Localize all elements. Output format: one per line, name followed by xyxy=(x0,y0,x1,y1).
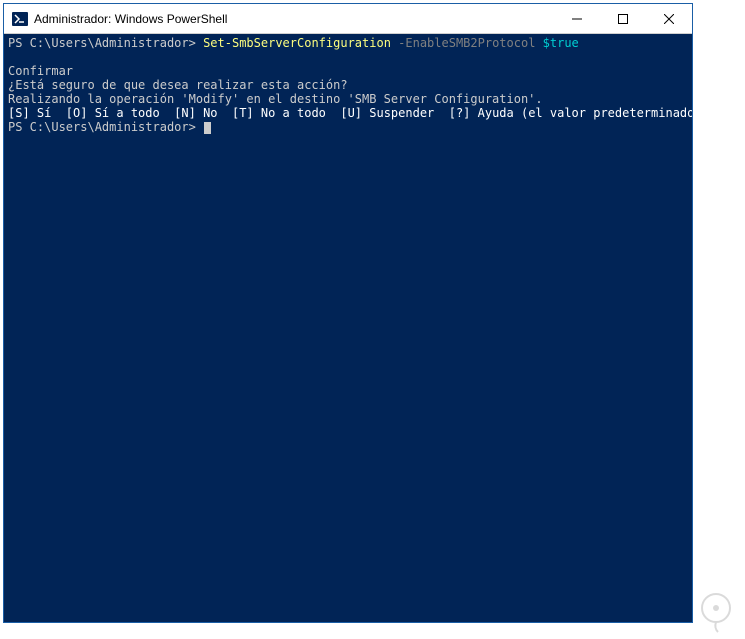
prompt-text: PS C:\Users\Administrador> xyxy=(8,36,203,50)
options-line: [S] Sí [O] Sí a todo [N] No [T] No a tod… xyxy=(8,106,688,120)
titlebar[interactable]: Administrador: Windows PowerShell xyxy=(4,4,692,34)
close-button[interactable] xyxy=(646,4,692,34)
confirm-question: ¿Está seguro de que desea realizar esta … xyxy=(8,78,688,92)
blank-line xyxy=(8,50,688,64)
command-line: PS C:\Users\Administrador> Set-SmbServer… xyxy=(8,36,688,50)
powershell-icon xyxy=(12,11,28,27)
cursor xyxy=(204,122,211,134)
option-no: [N] No xyxy=(160,106,218,120)
param-name: -EnableSMB2Protocol xyxy=(391,36,543,50)
param-value: $true xyxy=(543,36,579,50)
option-si: [S] Sí xyxy=(8,106,51,120)
option-si-todo: [O] Sí a todo xyxy=(51,106,159,120)
option-no-todo: [T] No a todo xyxy=(218,106,326,120)
powershell-window: Administrador: Windows PowerShell PS C:\… xyxy=(3,3,693,623)
confirm-operation: Realizando la operación 'Modify' en el d… xyxy=(8,92,688,106)
minimize-button[interactable] xyxy=(554,4,600,34)
maximize-button[interactable] xyxy=(600,4,646,34)
option-suspender: [U] Suspender xyxy=(326,106,434,120)
watermark-icon xyxy=(692,586,740,634)
window-title: Administrador: Windows PowerShell xyxy=(34,12,554,26)
window-controls xyxy=(554,4,692,33)
prompt-text-2: PS C:\Users\Administrador> xyxy=(8,120,203,134)
prompt-line-2: PS C:\Users\Administrador> xyxy=(8,120,688,134)
confirm-header: Confirmar xyxy=(8,64,688,78)
option-help: [?] Ayuda (el valor predeterminado es "S… xyxy=(434,106,692,120)
cmdlet-name: Set-SmbServerConfiguration xyxy=(203,36,391,50)
terminal-content[interactable]: PS C:\Users\Administrador> Set-SmbServer… xyxy=(4,34,692,622)
